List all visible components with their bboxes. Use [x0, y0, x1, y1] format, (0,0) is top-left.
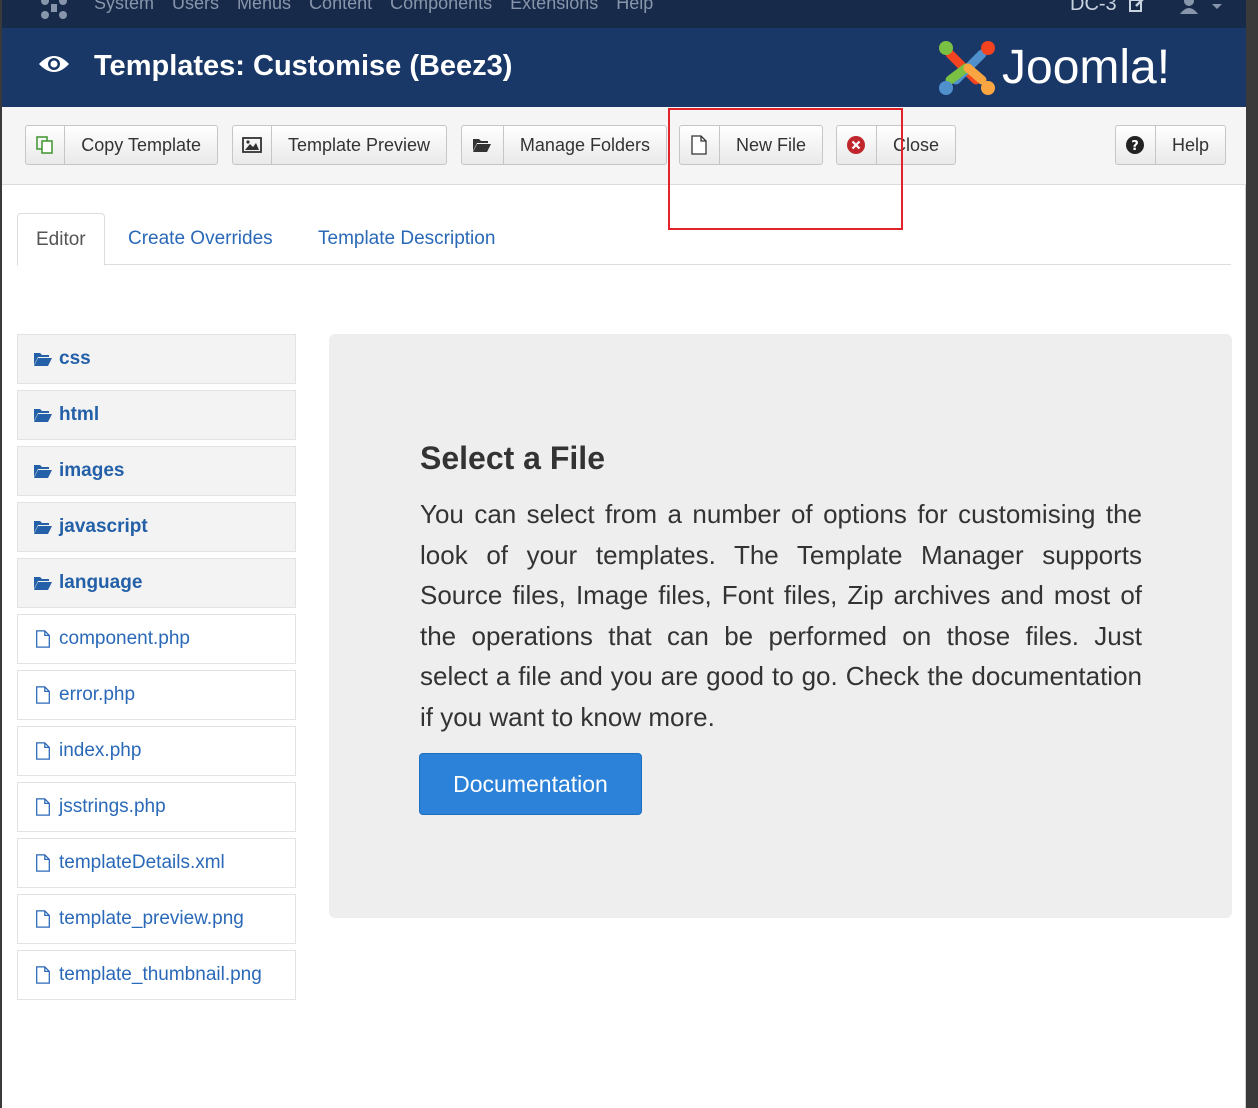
question-circle-icon: ? — [1116, 126, 1156, 164]
panel-heading: Select a File — [420, 440, 605, 476]
tree-file-templatedetails-xml[interactable]: templateDetails.xml — [17, 838, 296, 888]
svg-text:?: ? — [1132, 139, 1140, 154]
toolbar: Copy Template Template Preview Manage Fo… — [2, 107, 1246, 185]
folder-open-icon — [34, 521, 52, 534]
highlight-box — [668, 108, 903, 230]
menu-help[interactable]: Help — [616, 0, 653, 14]
manage-folders-label: Manage Folders — [519, 134, 650, 155]
tree-folder-label: css — [59, 348, 91, 369]
tree-file-component-php[interactable]: component.php — [17, 614, 296, 664]
tree-file-jsstrings-php[interactable]: jsstrings.php — [17, 782, 296, 832]
copy-template-label: Copy Template — [81, 134, 201, 155]
file-icon — [36, 742, 50, 760]
folder-open-icon — [34, 353, 52, 366]
site-name-link[interactable]: DC-3 — [1070, 0, 1117, 16]
tab-editor[interactable]: Editor — [17, 213, 105, 266]
tree-file-template-thumbnail-png[interactable]: template_thumbnail.png — [17, 950, 296, 1000]
tree-folder-label: images — [59, 460, 125, 481]
joomla-logo-icon — [939, 41, 995, 95]
panel-description: You can select from a number of options … — [420, 499, 1142, 732]
tree-file-label: component.php — [59, 628, 190, 649]
top-menu: System Users Menus Content Components Ex… — [94, 0, 653, 14]
folder-open-icon — [462, 126, 504, 164]
file-icon — [36, 854, 50, 872]
tree-file-label: jsstrings.php — [59, 796, 166, 817]
top-navbar: System Users Menus Content Components Ex… — [2, 0, 1246, 28]
folder-open-icon — [34, 409, 52, 422]
joomla-brand-text: Joomla! — [1002, 41, 1171, 94]
external-edit-icon[interactable] — [1128, 0, 1146, 14]
tree-folder-javascript[interactable]: javascript — [17, 502, 296, 552]
tree-file-label: error.php — [59, 684, 136, 705]
file-icon — [36, 798, 50, 816]
menu-system[interactable]: System — [94, 0, 154, 14]
tree-folder-language[interactable]: language — [17, 558, 296, 608]
page-header: Templates: Customise (Beez3) Joomla! — [2, 28, 1246, 107]
help-label: Help — [1171, 134, 1209, 155]
template-preview-button[interactable]: Template Preview — [232, 125, 447, 165]
tree-file-label: templateDetails.xml — [59, 852, 225, 873]
file-icon — [36, 910, 50, 928]
copy-template-button[interactable]: Copy Template — [25, 125, 218, 165]
page-title: Templates: Customise (Beez3) — [94, 50, 513, 82]
tab-bar: Editor Create Overrides Template Descrip… — [17, 213, 1231, 266]
tab-template-description[interactable]: Template Description — [300, 213, 513, 265]
tree-file-index-php[interactable]: index.php — [17, 726, 296, 776]
menu-components[interactable]: Components — [390, 0, 492, 14]
window-frame-right — [1246, 0, 1258, 1108]
user-icon[interactable] — [1178, 0, 1200, 14]
menu-content[interactable]: Content — [309, 0, 372, 14]
folder-open-icon — [34, 577, 52, 590]
image-icon — [233, 126, 272, 164]
folder-open-icon — [34, 465, 52, 478]
tree-folder-css[interactable]: css — [17, 334, 296, 384]
menu-extensions[interactable]: Extensions — [510, 0, 598, 14]
tree-folder-label: html — [59, 404, 100, 425]
tree-file-label: template_preview.png — [59, 908, 244, 929]
tree-folder-label: language — [59, 572, 143, 593]
tree-file-template-preview-png[interactable]: template_preview.png — [17, 894, 296, 944]
tree-folder-images[interactable]: images — [17, 446, 296, 496]
tree-file-error-php[interactable]: error.php — [17, 670, 296, 720]
manage-folders-button[interactable]: Manage Folders — [461, 125, 667, 165]
file-icon — [36, 966, 50, 984]
help-button[interactable]: ? Help — [1115, 125, 1226, 165]
menu-menus[interactable]: Menus — [237, 0, 291, 14]
eye-icon — [39, 56, 69, 72]
tree-file-label: template_thumbnail.png — [59, 964, 262, 985]
select-file-panel: Select a File You can select from a numb… — [329, 334, 1232, 918]
joomla-menu-icon[interactable] — [40, 0, 68, 20]
menu-users[interactable]: Users — [172, 0, 219, 14]
file-icon — [36, 686, 50, 704]
chevron-down-icon[interactable] — [1212, 4, 1222, 9]
tree-file-label: index.php — [59, 740, 142, 761]
documentation-button[interactable]: Documentation — [419, 753, 642, 815]
template-preview-label: Template Preview — [287, 134, 430, 155]
file-icon — [36, 630, 50, 648]
copy-icon — [26, 126, 66, 164]
tree-folder-label: javascript — [59, 516, 148, 537]
tab-create-overrides[interactable]: Create Overrides — [110, 213, 291, 265]
tree-folder-html[interactable]: html — [17, 390, 296, 440]
